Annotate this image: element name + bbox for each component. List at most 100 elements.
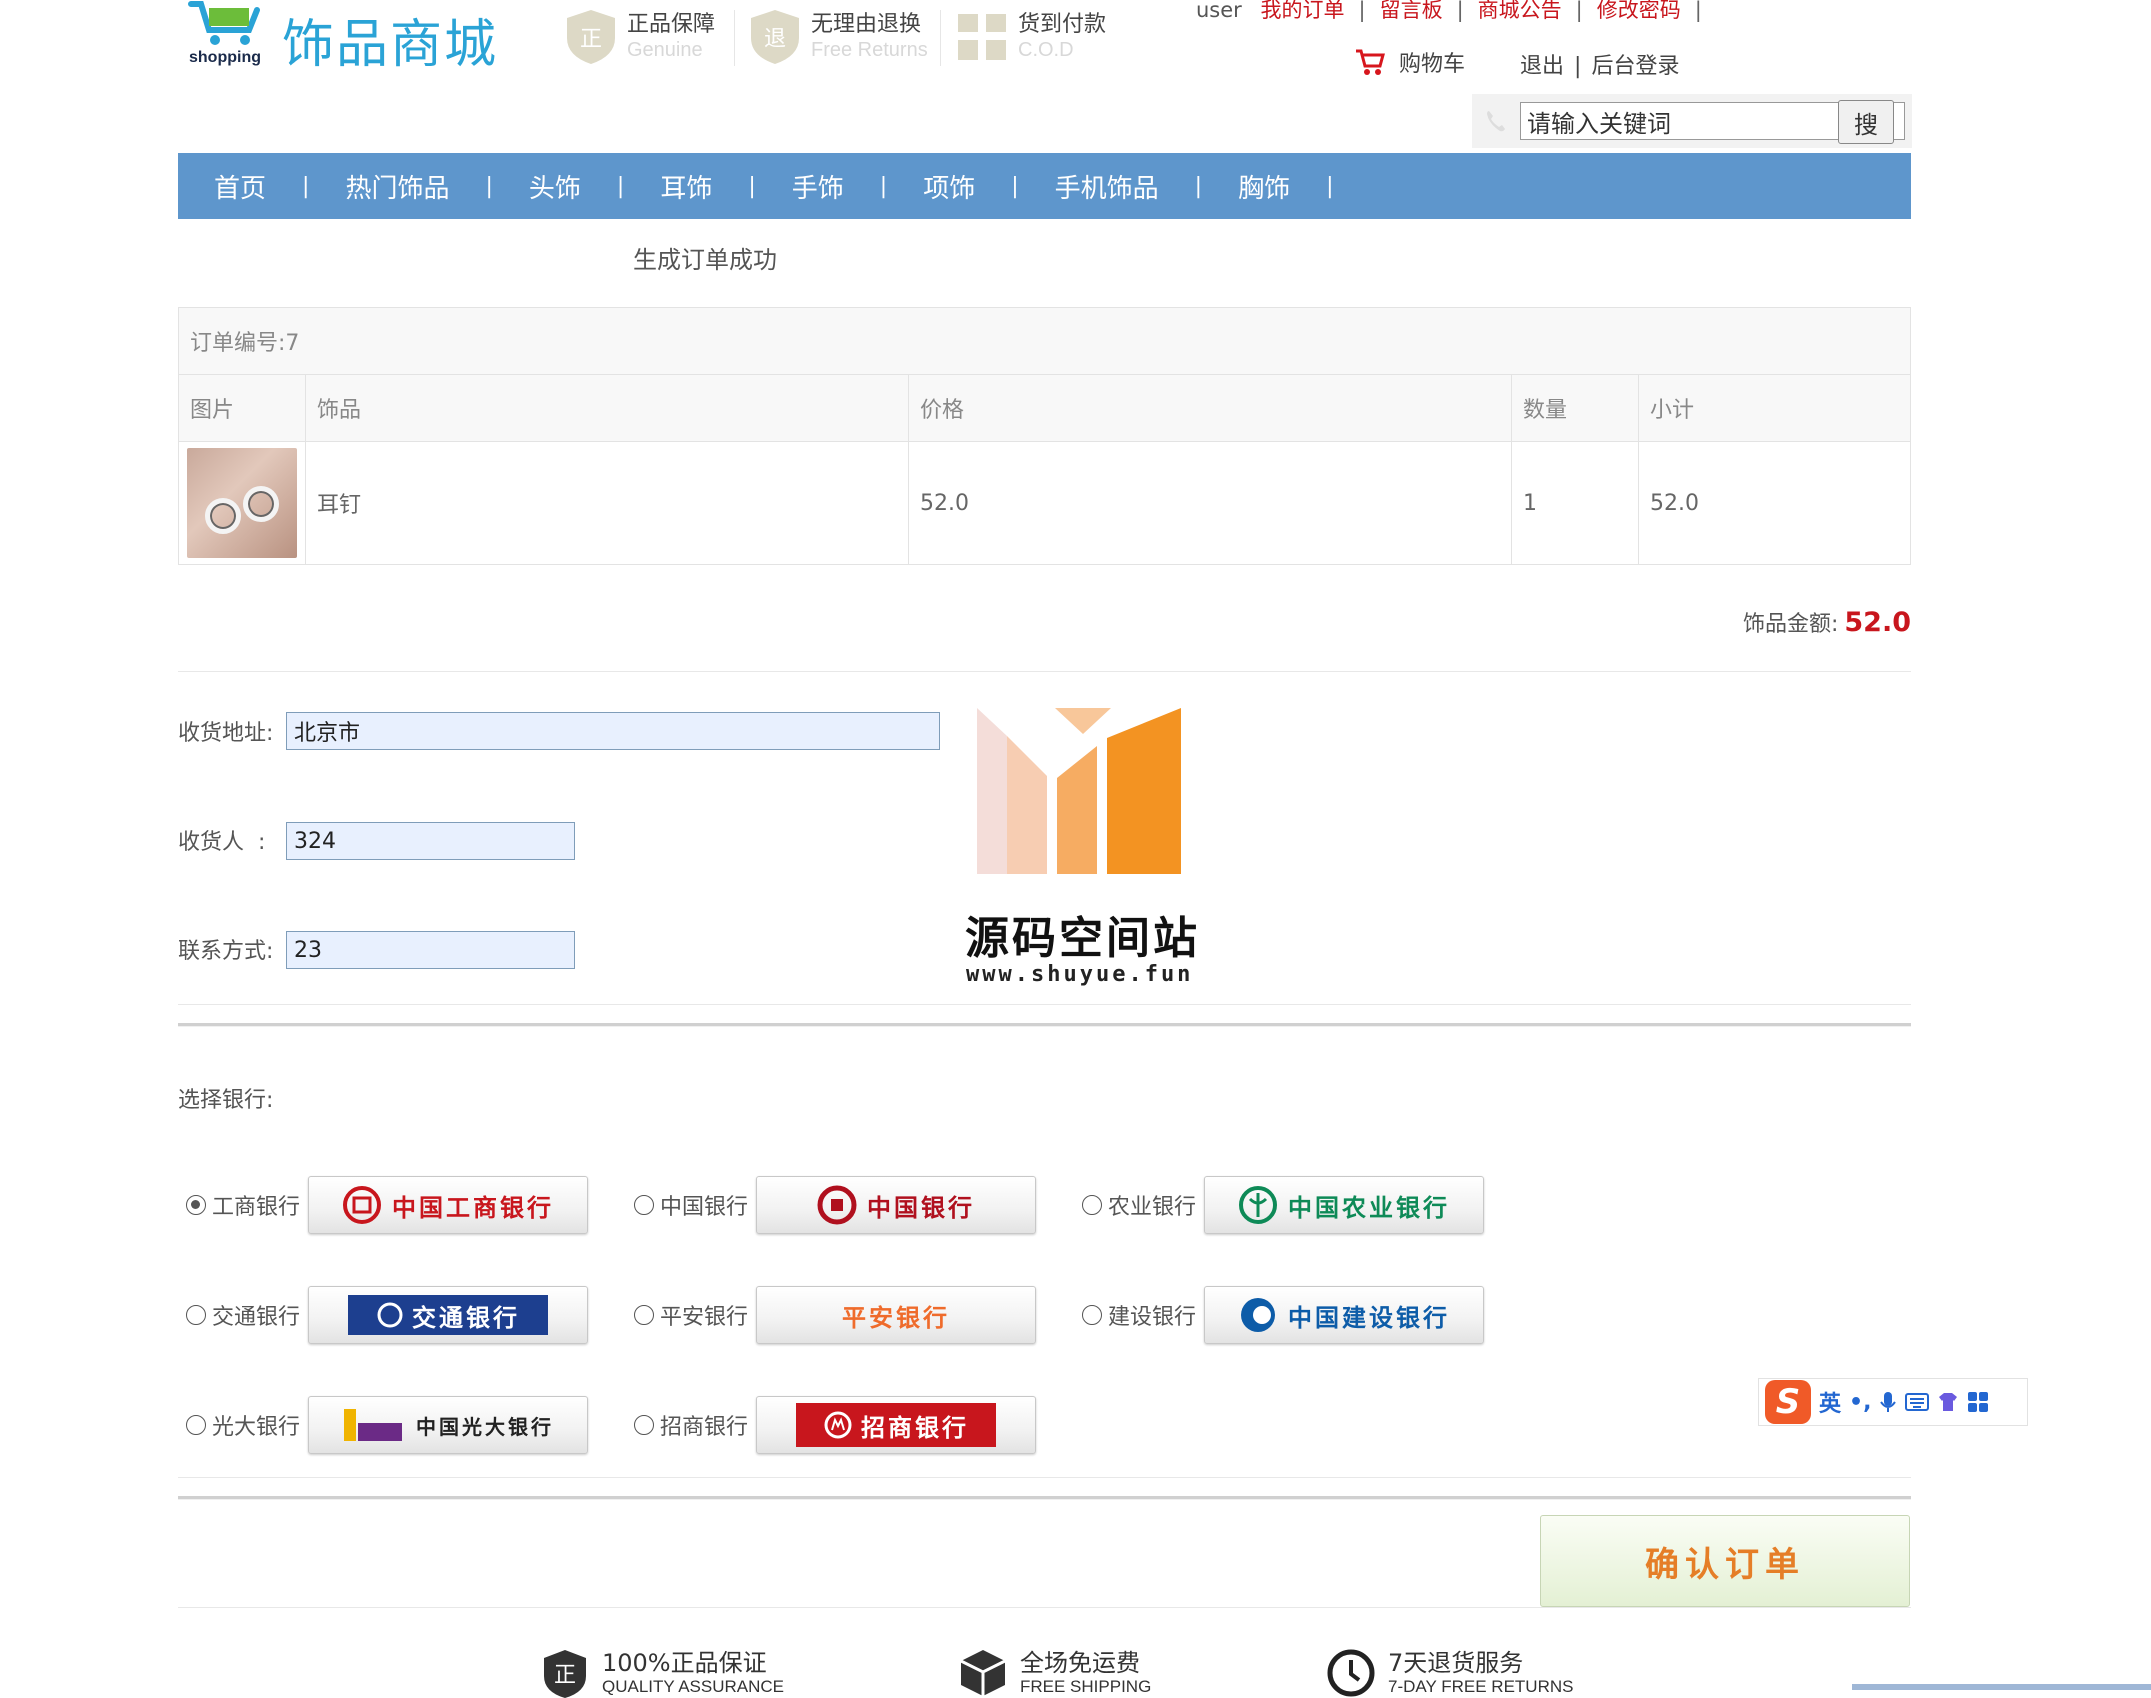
bank-radio[interactable] — [186, 1415, 206, 1435]
watermark-logo — [977, 708, 1181, 874]
boc-logo[interactable]: 中国银行 — [756, 1176, 1037, 1234]
footer-title: 全场免运费 — [1020, 1649, 1140, 1677]
bank-label: 工商银行 — [212, 1195, 301, 1220]
ccb-logo[interactable]: 中国建设银行 — [1204, 1286, 1485, 1344]
cart-link[interactable]: 购物车 — [1355, 46, 1465, 78]
bank-option-abc[interactable]: 农业银行 中国农业银行 — [1082, 1176, 1485, 1234]
account-links: 退出 | 后台登录 — [1520, 48, 1679, 80]
bank-logo-text: 平安银行 — [842, 1303, 951, 1332]
bank-select-title: 选择银行: — [178, 1088, 274, 1113]
bank-radio[interactable] — [186, 1195, 206, 1215]
keyboard-icon[interactable] — [1905, 1392, 1930, 1412]
divider — [734, 10, 735, 66]
logo-title[interactable]: 饰品商城 — [282, 2, 498, 77]
cmb-logo[interactable]: 招商银行 — [756, 1396, 1037, 1454]
logout-link[interactable]: 退出 — [1520, 54, 1564, 79]
bank-option-boc[interactable]: 中国银行 中国银行 — [634, 1176, 1037, 1234]
bank-logo-text: 中国农业银行 — [1288, 1193, 1451, 1222]
bank-radio[interactable] — [634, 1305, 654, 1325]
receiver-field[interactable] — [286, 822, 575, 860]
col-quantity: 数量 — [1511, 374, 1639, 442]
bank-label: 光大银行 — [212, 1415, 301, 1440]
footer-title: 100%正品保证 — [602, 1649, 767, 1677]
cart-icon — [1356, 49, 1385, 75]
bank-label: 中国银行 — [660, 1195, 749, 1220]
bank-radio[interactable] — [1082, 1305, 1102, 1325]
footer-returns: 7天退货服务 7-DAY FREE RETURNS — [1326, 1648, 1573, 1698]
pingan-logo[interactable]: 平安银行 — [756, 1286, 1037, 1344]
nav-separator: | — [485, 173, 493, 199]
link-message-board[interactable]: 留言板 — [1380, 0, 1443, 22]
toolbox-icon[interactable] — [1967, 1391, 1989, 1413]
bank-logo-text: 中国银行 — [867, 1193, 976, 1222]
shopping-cart-logo-icon[interactable]: shopping — [187, 0, 271, 72]
microphone-icon[interactable] — [1879, 1390, 1897, 1414]
bank-option-bocom[interactable]: 交通银行 交通银行 — [186, 1286, 589, 1344]
search-button[interactable]: 搜 — [1838, 100, 1894, 144]
admin-login-link[interactable]: 后台登录 — [1591, 54, 1679, 79]
ceb-logo-icon — [344, 1409, 403, 1441]
abc-logo[interactable]: 中国农业银行 — [1204, 1176, 1485, 1234]
nav-separator: | — [1194, 173, 1203, 199]
bank-logo-text: 交通银行 — [412, 1303, 521, 1332]
nav-separator: | — [1326, 173, 1334, 199]
divider — [178, 1496, 1911, 1500]
bank-label: 平安银行 — [660, 1305, 749, 1330]
ccb-logo-icon — [1241, 1298, 1276, 1332]
bank-radio[interactable] — [186, 1305, 206, 1325]
order-number: 订单编号:7 — [178, 307, 1911, 375]
icbc-logo-icon — [343, 1186, 382, 1224]
item-subtotal: 52.0 — [1638, 441, 1911, 565]
separator: | — [1456, 0, 1464, 22]
footer-subtitle: 7-DAY FREE RETURNS — [1388, 1677, 1574, 1696]
ceb-logo[interactable]: 中国光大银行 — [308, 1396, 589, 1454]
ime-mode[interactable]: 英 — [1819, 1386, 1841, 1418]
bank-logo-text: 招商银行 — [861, 1413, 970, 1442]
confirm-order-label: 确认订单 — [1645, 1544, 1805, 1585]
sogou-icon[interactable]: S — [1765, 1380, 1811, 1424]
nav-necklace[interactable]: 项饰 — [887, 168, 1011, 205]
product-image[interactable] — [187, 448, 297, 558]
bank-radio[interactable] — [634, 1195, 654, 1215]
bank-option-pingan[interactable]: 平安银行 平安银行 — [634, 1286, 1037, 1344]
icbc-logo[interactable]: 中国工商银行 — [308, 1176, 589, 1234]
item-name[interactable]: 耳钉 — [305, 441, 909, 565]
punctuation-icon[interactable]: •, — [1849, 1390, 1871, 1415]
ime-toolbar[interactable]: S 英 •, — [1758, 1378, 2028, 1426]
address-field[interactable] — [286, 712, 940, 750]
nav-hot[interactable]: 热门饰品 — [309, 168, 485, 205]
nav-earrings[interactable]: 耳饰 — [624, 168, 748, 205]
badge-cod: 货到付款 C.O.D — [956, 8, 1106, 66]
phone-field[interactable] — [286, 931, 575, 969]
bocom-logo[interactable]: 交通银行 — [308, 1286, 589, 1344]
separator: | — [1574, 54, 1582, 79]
bank-option-ceb[interactable]: 光大银行 中国光大银行 — [186, 1396, 589, 1454]
nav-hand[interactable]: 手饰 — [756, 168, 880, 205]
nav-phone-accessories[interactable]: 手机饰品 — [1019, 168, 1195, 205]
nav-home[interactable]: 首页 — [178, 168, 302, 205]
bank-option-ccb[interactable]: 建设银行 中国建设银行 — [1082, 1286, 1485, 1344]
confirm-order-button[interactable]: 确认订单 — [1540, 1515, 1910, 1607]
nav-brooch[interactable]: 胸饰 — [1202, 168, 1326, 205]
bank-radio[interactable] — [634, 1415, 654, 1435]
bank-radio[interactable] — [1082, 1195, 1102, 1215]
watermark-name: 源码空间站 — [965, 913, 1200, 964]
footer-quality: 正 100%正品保证 QUALITY ASSURANCE — [540, 1648, 784, 1698]
nav-headwear[interactable]: 头饰 — [493, 168, 617, 205]
bank-option-icbc[interactable]: 工商银行 中国工商银行 — [186, 1176, 589, 1234]
link-announcements[interactable]: 商城公告 — [1478, 0, 1562, 22]
link-change-password[interactable]: 修改密码 — [1597, 0, 1681, 22]
divider — [940, 10, 941, 66]
skin-icon[interactable] — [1937, 1392, 1959, 1412]
bank-label: 农业银行 — [1108, 1195, 1197, 1220]
bank-option-cmb[interactable]: 招商银行 招商银行 — [634, 1396, 1037, 1454]
badge-free-returns: 退 无理由退换 Free Returns — [749, 8, 928, 66]
divider — [178, 671, 1911, 672]
badge-subtitle: Free Returns — [811, 39, 928, 61]
order-total: 饰品金额: 52.0 — [1743, 606, 1911, 638]
gift-icon — [958, 14, 1006, 60]
link-my-orders[interactable]: 我的订单 — [1261, 0, 1345, 22]
abc-logo-icon — [1239, 1186, 1278, 1224]
table-header: 图片 饰品 价格 数量 小计 — [178, 374, 1911, 442]
bank-logo-text: 中国建设银行 — [1288, 1303, 1451, 1332]
